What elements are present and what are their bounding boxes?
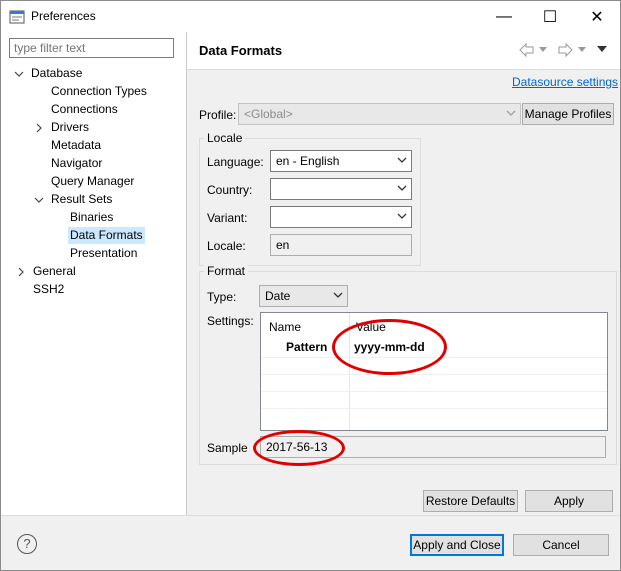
tree-item-connections[interactable]: Connections: [51, 101, 118, 118]
row-divider: [261, 408, 607, 409]
chevron-right-icon[interactable]: [34, 123, 44, 133]
apply-and-close-button[interactable]: Apply and Close: [410, 534, 504, 556]
title-bar: Preferences — ☐ ✕: [1, 1, 620, 32]
tree-item-drivers[interactable]: Drivers: [51, 119, 89, 136]
profile-label: Profile:: [199, 108, 237, 122]
column-header-name[interactable]: Name: [269, 320, 301, 334]
close-icon: ✕: [590, 8, 604, 26]
variant-label: Variant:: [207, 211, 248, 225]
locale-group-title: Locale: [204, 131, 246, 145]
variant-combo[interactable]: [270, 206, 412, 228]
tree-item-presentation[interactable]: Presentation: [70, 245, 137, 262]
minimize-icon: —: [496, 7, 512, 25]
manage-profiles-button[interactable]: Manage Profiles: [522, 103, 614, 125]
tree-item-ssh2[interactable]: SSH2: [33, 281, 64, 298]
type-value: Date: [265, 289, 291, 303]
pattern-name-cell[interactable]: Pattern: [286, 340, 327, 354]
column-divider: [349, 313, 350, 430]
maximize-icon: ☐: [542, 8, 558, 26]
datasource-settings-link[interactable]: Datasource settings: [512, 75, 618, 89]
tree-item-binaries[interactable]: Binaries: [70, 209, 113, 226]
filter-input[interactable]: [9, 38, 174, 58]
column-header-value[interactable]: Value: [356, 320, 386, 334]
maximize-button[interactable]: ☐: [527, 1, 573, 32]
tree-item-data-formats[interactable]: Data Formats: [68, 227, 145, 244]
close-button[interactable]: ✕: [574, 1, 620, 32]
locale-label: Locale:: [207, 239, 246, 253]
forward-arrow-icon[interactable]: [557, 43, 573, 57]
pattern-value-cell[interactable]: yyyy-mm-dd: [354, 340, 425, 354]
language-value: en - English: [276, 154, 340, 168]
data-formats-page: Data Formats Datasource settings Profile…: [187, 32, 620, 515]
minimize-button[interactable]: —: [481, 1, 527, 32]
tree-item-general[interactable]: General: [33, 263, 76, 280]
settings-table[interactable]: Name Value Pattern yyyy-mm-dd: [260, 312, 608, 431]
profile-combo[interactable]: <Global>: [238, 103, 521, 125]
chevron-down-icon[interactable]: [34, 195, 44, 205]
preferences-window: Preferences — ☐ ✕ Database Connection Ty…: [0, 0, 621, 571]
tree-item-navigator[interactable]: Navigator: [51, 155, 102, 172]
apply-button[interactable]: Apply: [525, 490, 613, 512]
chevron-right-icon[interactable]: [16, 267, 26, 277]
forward-menu-chevron-icon[interactable]: [578, 47, 586, 53]
locale-value: en: [276, 238, 290, 252]
preferences-tree-panel: Database Connection Types Connections Dr…: [1, 32, 187, 515]
type-label: Type:: [207, 290, 237, 304]
page-title: Data Formats: [199, 43, 283, 58]
chevron-down-icon: [506, 110, 516, 116]
chevron-down-icon: [397, 157, 407, 163]
tree-item-database[interactable]: Database: [31, 65, 82, 82]
sample-value: 2017-56-13: [266, 440, 328, 454]
cancel-button[interactable]: Cancel: [513, 534, 609, 556]
row-divider: [261, 391, 607, 392]
restore-defaults-button[interactable]: Restore Defaults: [423, 490, 518, 512]
row-divider: [261, 374, 607, 375]
page-header: Data Formats: [187, 32, 620, 70]
sample-field[interactable]: 2017-56-13: [260, 436, 606, 458]
country-combo[interactable]: [270, 178, 412, 200]
tree-item-query-manager[interactable]: Query Manager: [51, 173, 134, 190]
tree-item-connection-types[interactable]: Connection Types: [51, 83, 147, 100]
language-label: Language:: [207, 155, 264, 169]
type-combo[interactable]: Date: [259, 285, 348, 307]
chevron-down-icon: [397, 185, 407, 191]
back-arrow-icon[interactable]: [519, 43, 535, 57]
format-group-title: Format: [204, 264, 249, 278]
help-icon[interactable]: ?: [17, 534, 37, 554]
chevron-down-icon: [397, 213, 407, 219]
settings-label: Settings:: [207, 314, 254, 328]
tree-item-metadata[interactable]: Metadata: [51, 137, 101, 154]
tree-item-result-sets[interactable]: Result Sets: [51, 191, 112, 208]
chevron-down-icon[interactable]: [14, 69, 24, 79]
view-menu-icon[interactable]: [597, 46, 607, 53]
chevron-down-icon: [333, 292, 343, 298]
locale-field[interactable]: en: [270, 234, 412, 256]
back-menu-chevron-icon[interactable]: [539, 47, 547, 53]
profile-value: <Global>: [244, 107, 293, 121]
row-divider: [261, 357, 607, 358]
language-combo[interactable]: en - English: [270, 150, 412, 172]
window-title: Preferences: [31, 9, 96, 23]
preferences-app-icon: [9, 10, 25, 24]
country-label: Country:: [207, 183, 253, 197]
sample-label: Sample: [207, 441, 248, 455]
dialog-footer: ? Apply and Close Cancel: [1, 515, 620, 570]
